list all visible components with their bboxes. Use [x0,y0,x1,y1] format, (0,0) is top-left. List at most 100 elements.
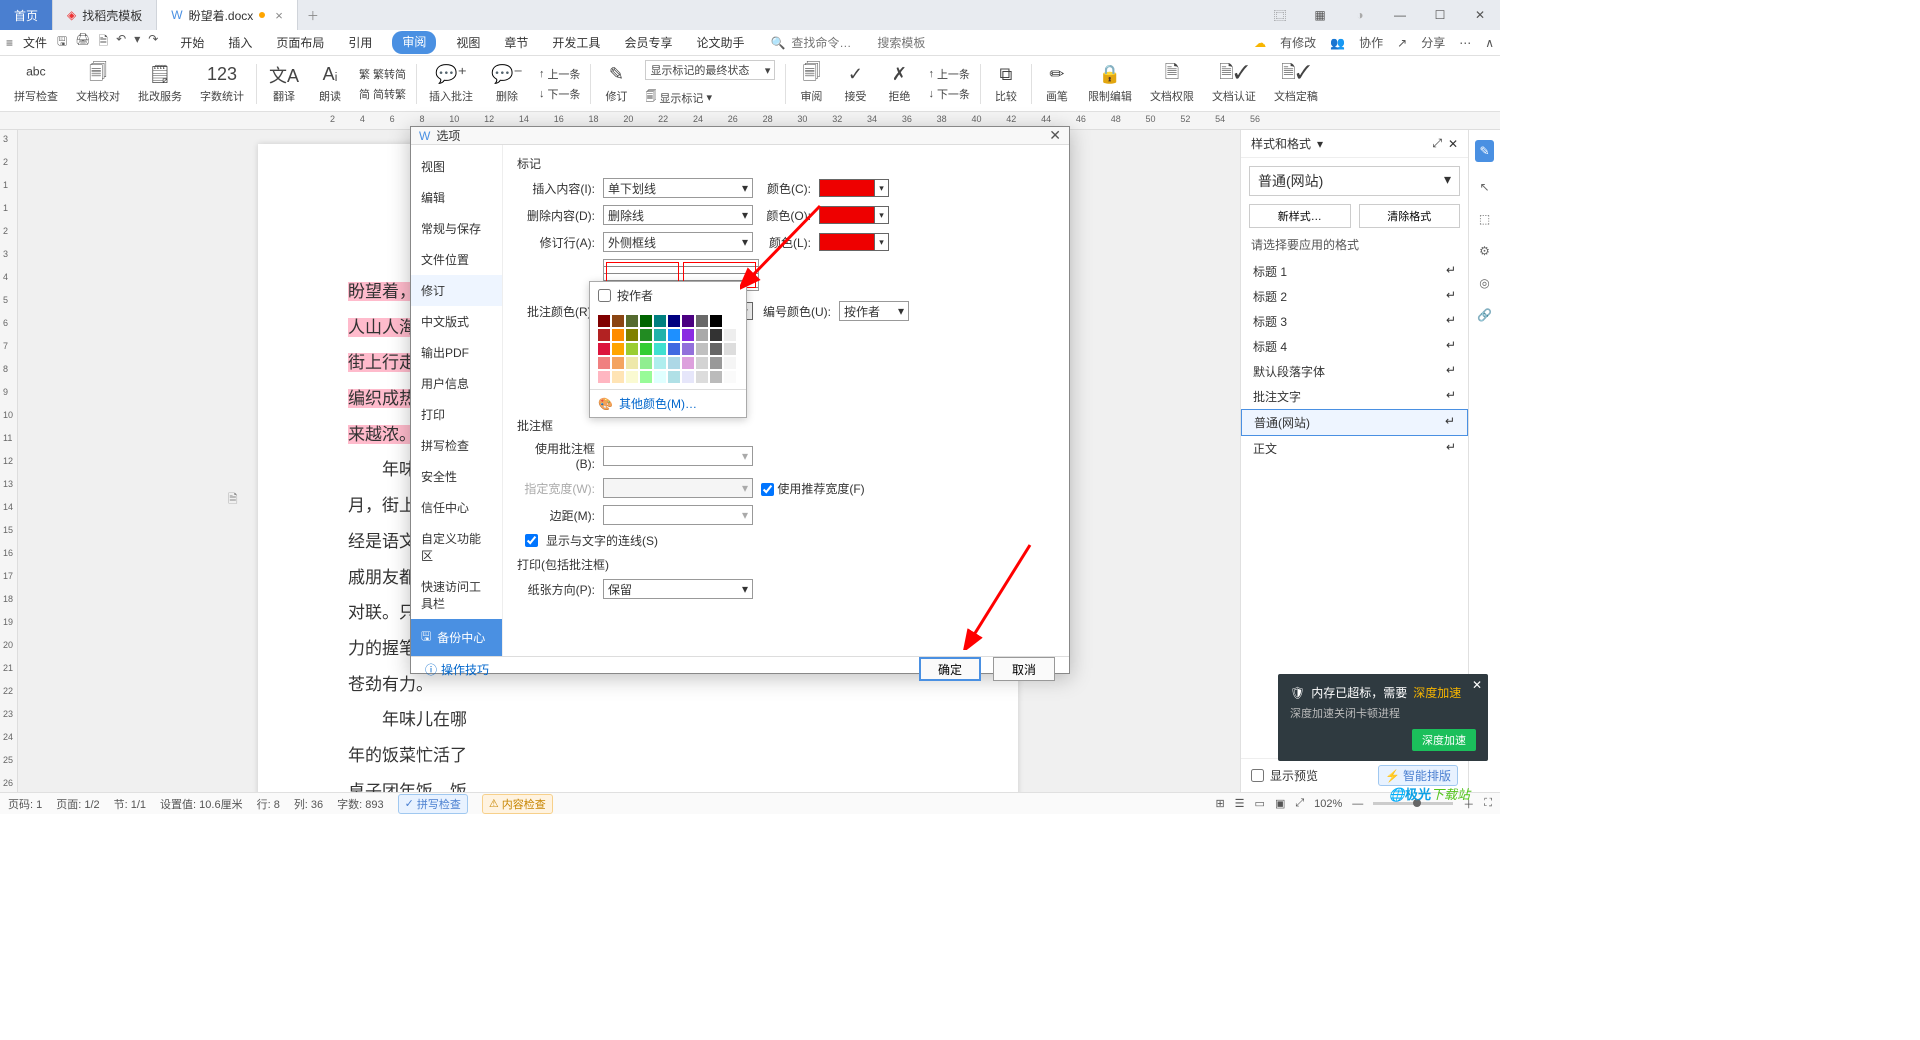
style-item[interactable]: 标题 3↵ [1241,309,1468,334]
color-swatch[interactable] [668,315,680,327]
color-swatch[interactable] [612,343,624,355]
dialog-nav-item[interactable]: 中文版式 [411,306,502,337]
auto-checkbox[interactable] [598,289,611,302]
clear-format-button[interactable]: 清除格式 [1359,204,1461,228]
rb-simp2trad[interactable]: 简简转繁 [359,86,406,102]
style-item[interactable]: 标题 2↵ [1241,284,1468,309]
color-swatch[interactable] [668,357,680,369]
tab-templates[interactable]: ◈ 找稻壳模板 [53,0,157,30]
dialog-titlebar[interactable]: W 选项 ✕ [411,127,1069,145]
link-icon[interactable]: 🔗 [1477,308,1492,322]
tab-start[interactable]: 开始 [176,31,208,54]
dialog-nav-item[interactable]: 用户信息 [411,368,502,399]
rb-reject[interactable]: ✗拒绝 [878,64,920,104]
style-item[interactable]: 标题 1↵ [1241,259,1468,284]
rb-show-markup[interactable]: 🗐 显示标记 ▾ [645,88,775,107]
status-page[interactable]: 页面: 1/2 [56,796,99,812]
rb-wordcount[interactable]: 123字数统计 [192,64,252,104]
rb-permission[interactable]: 🗎文档权限 [1142,64,1202,104]
new-style-button[interactable]: 新样式… [1249,204,1351,228]
tab-document[interactable]: W 盼望着.docx × [157,0,298,30]
close-panel-icon[interactable]: ✕ [1448,137,1458,151]
rb-accept[interactable]: ✓接受 [834,64,876,104]
use-balloon-select[interactable]: ▾ [603,446,753,466]
save-icon[interactable]: 🖫 [57,32,67,53]
color-swatch[interactable] [626,343,638,355]
color-o-select[interactable]: ▾ [819,206,889,224]
tab-layout[interactable]: 页面布局 [272,31,328,54]
delete-select[interactable]: 删除线▾ [603,205,753,225]
tab-section[interactable]: 章节 [500,31,532,54]
color-swatch[interactable] [654,357,666,369]
margin-select[interactable]: ▾ [603,505,753,525]
dialog-nav-item[interactable]: 修订 [411,275,502,306]
auto-color-option[interactable]: 按作者 [590,282,746,309]
color-swatch[interactable] [640,329,652,341]
color-swatch[interactable] [682,371,694,383]
rb-proof[interactable]: 🗐文档校对 [68,64,128,104]
rb-review[interactable]: 🗐审阅 [790,64,832,104]
color-swatch[interactable] [682,357,694,369]
close-window-icon[interactable]: ✕ [1460,0,1500,30]
rb-revise[interactable]: ✎修订 [595,64,637,104]
color-swatch[interactable] [668,371,680,383]
color-swatch[interactable] [724,315,736,327]
preview-checkbox[interactable] [1251,769,1264,782]
dialog-nav-item[interactable]: 常规与保存 [411,213,502,244]
color-swatch[interactable] [668,329,680,341]
undo-icon[interactable]: ↶ [116,32,126,53]
color-swatch[interactable] [710,329,722,341]
color-swatch[interactable] [654,329,666,341]
status-pageno[interactable]: 页码: 1 [8,796,42,812]
rb-correct[interactable]: 🗒批改服务 [130,64,190,104]
color-swatch[interactable] [710,371,722,383]
color-swatch[interactable] [626,329,638,341]
tab-reference[interactable]: 引用 [344,31,376,54]
color-swatch[interactable] [598,371,610,383]
color-swatch[interactable] [724,329,736,341]
toast-button[interactable]: 深度加速 [1412,729,1476,751]
dialog-nav-item[interactable]: 安全性 [411,461,502,492]
rb-compare[interactable]: ⧉比较 [985,64,1027,104]
has-changes-label[interactable]: 有修改 [1280,34,1316,51]
dialog-nav-item[interactable]: 视图 [411,151,502,182]
color-swatch[interactable] [710,343,722,355]
color-swatch[interactable] [640,371,652,383]
rb-final[interactable]: 🗎✓文档定稿 [1266,64,1326,104]
cursor-icon[interactable]: ↖ [1479,180,1489,194]
status-position[interactable]: 设置值: 10.6厘米 [160,796,243,812]
status-section[interactable]: 节: 1/1 [114,796,146,812]
tab-paper[interactable]: 论文助手 [692,31,748,54]
color-swatch[interactable] [696,357,708,369]
color-swatch[interactable] [640,357,652,369]
target-icon[interactable]: ◎ [1479,276,1489,290]
style-item[interactable]: 标题 4↵ [1241,334,1468,359]
view-mode2-icon[interactable]: ☰ [1235,797,1245,810]
color-swatch[interactable] [612,357,624,369]
current-style-select[interactable]: 普通(网站)▾ [1249,166,1460,196]
color-swatch[interactable] [654,343,666,355]
dialog-nav-item[interactable]: 文件位置 [411,244,502,275]
fit-icon[interactable]: ⤢ [1295,797,1304,810]
reading-mode-icon[interactable]: ⿴ [1260,0,1300,30]
tips-link[interactable]: ⓘ操作技巧 [425,661,489,678]
ok-button[interactable]: 确定 [919,657,981,681]
color-swatch[interactable] [598,315,610,327]
view-mode-icon[interactable]: ⊞ [1215,797,1224,810]
dialog-nav-item[interactable]: 编辑 [411,182,502,213]
expand-icon[interactable]: ⛶ [1484,797,1492,810]
rb-insert-comment[interactable]: 💬⁺插入批注 [421,64,481,104]
color-swatch[interactable] [724,343,736,355]
search-template-input[interactable] [877,36,957,50]
tab-insert[interactable]: 插入 [224,31,256,54]
zoom-out-icon[interactable]: — [1352,798,1363,810]
collab-label[interactable]: 协作 [1359,34,1383,51]
color-c-select[interactable]: ▾ [819,179,889,197]
pin-icon[interactable]: ⤢ [1432,136,1442,151]
dialog-nav-item[interactable]: 打印 [411,399,502,430]
tab-dev[interactable]: 开发工具 [548,31,604,54]
redo-icon[interactable]: ↷ [148,32,158,53]
rb-read[interactable]: Aᵢ朗读 [309,64,351,104]
color-swatch[interactable] [626,315,638,327]
color-swatch[interactable] [682,343,694,355]
